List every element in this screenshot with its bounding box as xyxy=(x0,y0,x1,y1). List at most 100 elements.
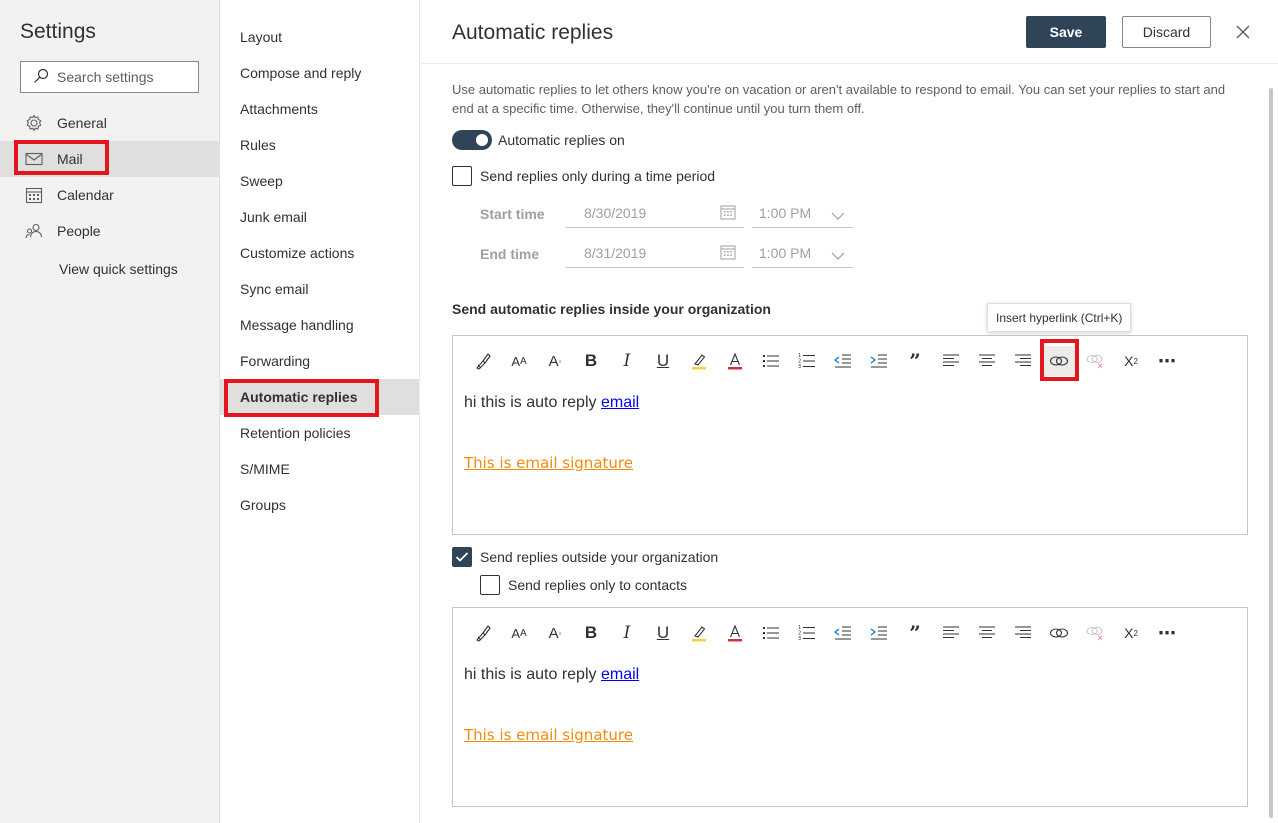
message-link[interactable]: email xyxy=(601,666,639,683)
more-icon[interactable]: ⋯ xyxy=(1149,618,1185,648)
discard-button[interactable]: Discard xyxy=(1122,16,1211,48)
nav-customize-actions[interactable]: Customize actions xyxy=(220,235,419,271)
highlight-icon[interactable] xyxy=(681,618,717,648)
nav-groups[interactable]: Groups xyxy=(220,487,419,523)
align-right-icon[interactable] xyxy=(1005,346,1041,376)
nav-automatic-replies[interactable]: Automatic replies xyxy=(220,379,419,415)
message-link[interactable]: email xyxy=(601,394,639,411)
text-effects-icon[interactable]: A ◦ xyxy=(537,346,573,376)
nav-sync-email[interactable]: Sync email xyxy=(220,271,419,307)
decrease-indent-icon[interactable] xyxy=(825,346,861,376)
nav-retention-policies[interactable]: Retention policies xyxy=(220,415,419,451)
time-period-label: Send replies only during a time period xyxy=(480,168,716,184)
end-time-label: End time xyxy=(480,246,540,262)
nav-compose-and-reply[interactable]: Compose and reply xyxy=(220,55,419,91)
nav-forwarding[interactable]: Forwarding xyxy=(220,343,419,379)
page-title: Automatic replies xyxy=(452,21,614,44)
search-settings-input[interactable]: Search settings xyxy=(20,61,199,93)
outside-reply-editor[interactable]: AA A ◦ B I U 123 ” X2 ⋯ hi this is auto r… xyxy=(452,607,1248,807)
font-size-icon[interactable]: AA xyxy=(501,346,537,376)
category-label: Calendar xyxy=(57,187,114,203)
contacts-only-checkbox[interactable] xyxy=(480,575,500,595)
insert-link-icon[interactable] xyxy=(1041,346,1077,376)
quote-icon[interactable]: ” xyxy=(897,618,933,648)
increase-indent-icon[interactable] xyxy=(861,346,897,376)
align-right-icon[interactable] xyxy=(1005,618,1041,648)
text-effects-icon[interactable]: A ◦ xyxy=(537,618,573,648)
insert-link-icon[interactable] xyxy=(1041,618,1077,648)
svg-text:3: 3 xyxy=(798,636,801,641)
nav-smime[interactable]: S/MIME xyxy=(220,451,419,487)
category-general[interactable]: General xyxy=(0,105,219,141)
message-text: hi this is auto reply xyxy=(464,666,597,683)
close-icon[interactable] xyxy=(1233,22,1253,42)
inside-message-body[interactable]: hi this is auto reply email This is emai… xyxy=(464,394,639,472)
align-center-icon[interactable] xyxy=(969,618,1005,648)
bullets-icon[interactable] xyxy=(753,618,789,648)
time-period-checkbox[interactable] xyxy=(452,166,472,186)
end-date-field[interactable]: 8/31/2019 xyxy=(566,238,744,268)
remove-link-icon[interactable] xyxy=(1077,618,1113,648)
increase-indent-icon[interactable] xyxy=(861,618,897,648)
checkmark-icon xyxy=(455,552,469,562)
calendar-icon[interactable] xyxy=(720,204,736,223)
contacts-only-label: Send replies only to contacts xyxy=(508,577,687,593)
superscript-icon[interactable]: X2 xyxy=(1113,618,1149,648)
start-time-dropdown[interactable]: 1:00 PM xyxy=(752,198,853,228)
format-painter-icon[interactable] xyxy=(465,346,501,376)
superscript-icon[interactable]: X2 xyxy=(1113,346,1149,376)
search-placeholder: Search settings xyxy=(57,69,154,85)
numbering-icon[interactable]: 123 xyxy=(789,346,825,376)
end-time-dropdown[interactable]: 1:00 PM xyxy=(752,238,853,268)
content-scrollbar[interactable] xyxy=(1269,70,1276,822)
nav-message-handling[interactable]: Message handling xyxy=(220,307,419,343)
contacts-only-checkbox-row[interactable]: Send replies only to contacts xyxy=(480,575,687,595)
italic-icon[interactable]: I xyxy=(609,346,645,376)
bullets-icon[interactable] xyxy=(753,346,789,376)
view-quick-settings-link[interactable]: View quick settings xyxy=(0,251,219,287)
category-label: Mail xyxy=(57,151,83,167)
format-painter-icon[interactable] xyxy=(465,618,501,648)
category-label: General xyxy=(57,115,107,131)
nav-attachments[interactable]: Attachments xyxy=(220,91,419,127)
remove-link-icon[interactable] xyxy=(1077,346,1113,376)
underline-icon[interactable]: U xyxy=(645,618,681,648)
font-color-icon[interactable] xyxy=(717,618,753,648)
category-people[interactable]: People xyxy=(0,213,219,249)
outside-organization-checkbox-row[interactable]: Send replies outside your organization xyxy=(452,547,718,567)
underline-icon[interactable]: U xyxy=(645,346,681,376)
category-mail[interactable]: Mail xyxy=(0,141,219,177)
align-left-icon[interactable] xyxy=(933,346,969,376)
save-button[interactable]: Save xyxy=(1026,16,1106,48)
inside-organization-title: Send automatic replies inside your organ… xyxy=(452,301,771,317)
font-color-icon[interactable] xyxy=(717,346,753,376)
decrease-indent-icon[interactable] xyxy=(825,618,861,648)
inside-reply-editor[interactable]: AA A ◦ B I U 123 ” X2 ⋯ hi this is auto r… xyxy=(452,335,1248,535)
automatic-replies-toggle-row[interactable]: Automatic replies on xyxy=(452,130,625,150)
more-icon[interactable]: ⋯ xyxy=(1149,346,1185,376)
font-size-icon[interactable]: AA xyxy=(501,618,537,648)
nav-sweep[interactable]: Sweep xyxy=(220,163,419,199)
time-period-checkbox-row[interactable]: Send replies only during a time period xyxy=(452,166,715,186)
bold-icon[interactable]: B xyxy=(573,618,609,648)
nav-rules[interactable]: Rules xyxy=(220,127,419,163)
highlight-icon[interactable] xyxy=(681,346,717,376)
outside-organization-checkbox[interactable] xyxy=(452,547,472,567)
email-signature: This is email signature xyxy=(464,454,633,472)
calendar-icon[interactable] xyxy=(720,244,736,263)
align-center-icon[interactable] xyxy=(969,346,1005,376)
outside-message-body[interactable]: hi this is auto reply email This is emai… xyxy=(464,666,639,744)
start-date-field[interactable]: 8/30/2019 xyxy=(566,198,744,228)
bold-icon[interactable]: B xyxy=(573,346,609,376)
scrollbar-thumb[interactable] xyxy=(1269,88,1273,818)
align-left-icon[interactable] xyxy=(933,618,969,648)
nav-junk-email[interactable]: Junk email xyxy=(220,199,419,235)
settings-title: Settings xyxy=(20,20,96,43)
calendar-icon xyxy=(25,186,43,204)
italic-icon[interactable]: I xyxy=(609,618,645,648)
numbering-icon[interactable]: 123 xyxy=(789,618,825,648)
category-calendar[interactable]: Calendar xyxy=(0,177,219,213)
nav-layout[interactable]: Layout xyxy=(220,19,419,55)
quote-icon[interactable]: ” xyxy=(897,346,933,376)
automatic-replies-toggle[interactable] xyxy=(452,130,492,150)
